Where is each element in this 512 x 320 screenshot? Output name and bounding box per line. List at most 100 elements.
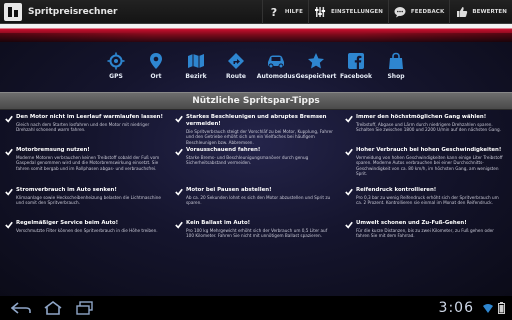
tip-title: Immer den höchstmöglichen Gang wählen!: [356, 114, 487, 120]
route-icon: [226, 52, 246, 70]
tip-text: Klimaanlage sowie Heckscheibenheizung be…: [16, 195, 161, 206]
app-title: Spritpreisrechner: [28, 6, 118, 17]
checkmark-icon: [5, 221, 13, 229]
tip-text: Treibstoff, Abgase und Lärm durch niedri…: [356, 122, 501, 133]
app-logo-icon[interactable]: [4, 2, 22, 21]
tip-text: Starke Brems- und Beschleunigungsmanöver…: [186, 155, 309, 166]
tip-title: Den Motor nicht im Leerlauf warmlaufen l…: [16, 114, 163, 120]
tip-text: Verschmutzte Filter können den Spritverb…: [16, 228, 158, 233]
back-arrow-icon: [11, 302, 31, 314]
battery-icon: [496, 302, 506, 314]
tip-title: Kein Ballast im Auto!: [186, 220, 251, 226]
nav-label: Shop: [387, 73, 405, 80]
checkmark-icon: [345, 188, 353, 196]
nav-item-shop[interactable]: Shop: [377, 48, 415, 90]
tip-item: Kein Ballast im Auto! Pro 100 kg Mehrgew…: [170, 220, 340, 250]
tip-text: Gleich nach dem Starten losfahren und de…: [16, 122, 150, 133]
tip-title: Reifendruck kontrollieren!: [356, 187, 437, 193]
nav-label: Bezirk: [185, 73, 207, 80]
feedback-label: FEEDBACK: [410, 8, 445, 15]
tip-title: Regelmäßiger Service beim Auto!: [16, 220, 119, 226]
tip-title: Hoher Verbrauch bei hohen Geschwindigkei…: [356, 147, 502, 153]
map-icon: [186, 52, 206, 70]
tip-item: Stromverbrauch im Auto senken! Klimaanla…: [0, 187, 170, 217]
status-area[interactable]: 3:06: [439, 296, 506, 320]
nav-label: Automodus: [256, 73, 296, 80]
car-icon: [266, 52, 286, 70]
main-content: GPS Ort Bezirk Route Automodus Gespeiche…: [0, 42, 512, 296]
shop-bag-icon: [386, 52, 406, 70]
search-mode-nav: GPS Ort Bezirk Route Automodus Gespeiche…: [0, 48, 512, 90]
crosshair-icon: [106, 52, 126, 70]
tip-title: Umwelt schonen und Zu-Fuß-Gehen!: [356, 220, 467, 226]
nav-item-bezirk[interactable]: Bezirk: [177, 48, 215, 90]
tips-section-title: Nützliche Spritspar-Tipps: [192, 96, 320, 106]
tip-text: Moderne Motoren verbrauchen keinen Treib…: [16, 155, 160, 171]
tip-text: Ab ca. 20 Sekunden lohnt es sich den Mot…: [186, 195, 331, 206]
wifi-icon: [483, 302, 493, 314]
tip-text: Die Spritverbrauch steigt der Vorschläf …: [186, 129, 333, 145]
nav-item-gps[interactable]: GPS: [97, 48, 135, 90]
checkmark-icon: [5, 148, 13, 156]
tip-item: Motor bei Pausen abstellen! Ab ca. 20 Se…: [170, 187, 340, 217]
settings-button[interactable]: EINSTELLUNGEN: [307, 0, 388, 24]
svg-text:?: ?: [271, 6, 277, 18]
checkmark-icon: [345, 148, 353, 156]
tips-section-header: Nützliche Spritspar-Tipps: [0, 92, 512, 110]
settings-label: EINSTELLUNGEN: [330, 8, 383, 15]
settings-sliders-icon: [314, 5, 327, 18]
speech-bubble-icon: [394, 5, 407, 18]
nav-label: Gespeichert: [295, 73, 337, 80]
tip-item: Reifendruck kontrollieren! Pro 0,3 bar z…: [340, 187, 512, 217]
checkmark-icon: [345, 221, 353, 229]
nav-label: Ort: [150, 73, 162, 80]
tip-text: Für die kurze Distanzen, bis zu zwei Kil…: [356, 228, 494, 239]
tip-item: Umwelt schonen und Zu-Fuß-Gehen! Für die…: [340, 220, 512, 250]
recent-apps-button[interactable]: [74, 298, 96, 318]
tip-item: Vorausschauend fahren! Starke Brems- und…: [170, 147, 340, 184]
checkmark-icon: [175, 148, 183, 156]
nav-item-gespeichert[interactable]: Gespeichert: [295, 48, 337, 90]
facebook-icon: [346, 52, 366, 70]
checkmark-icon: [175, 115, 183, 123]
home-icon: [44, 301, 62, 315]
recent-apps-icon: [76, 301, 93, 315]
nav-label: Facebook: [340, 73, 372, 80]
feedback-button[interactable]: FEEDBACK: [387, 0, 449, 24]
tip-item: Regelmäßiger Service beim Auto! Verschmu…: [0, 220, 170, 250]
tip-item: Hoher Verbrauch bei hohen Geschwindigkei…: [340, 147, 512, 184]
nav-item-automodus[interactable]: Automodus: [257, 48, 295, 90]
tip-title: Starkes Beschleunigen und abruptes Brems…: [186, 114, 327, 127]
location-pin-icon: [146, 52, 166, 70]
back-button[interactable]: [10, 298, 32, 318]
tip-title: Motorbremsung nutzen!: [16, 147, 90, 153]
thumbs-up-icon: [455, 5, 468, 18]
tip-text: Pro 100 kg Mehrgewicht erhöht sich der V…: [186, 228, 328, 239]
home-button[interactable]: [42, 298, 64, 318]
clock: 3:06: [438, 300, 474, 316]
tip-title: Motor bei Pausen abstellen!: [186, 187, 272, 193]
tip-item: Starkes Beschleunigen und abruptes Brems…: [170, 114, 340, 145]
action-bar: Spritpreisrechner ? HILFE EINSTELLUNGEN …: [0, 0, 512, 24]
system-navigation-bar: 3:06: [0, 296, 512, 320]
rate-button[interactable]: BEWERTEN: [449, 0, 512, 24]
checkmark-icon: [175, 188, 183, 196]
nav-item-route[interactable]: Route: [217, 48, 255, 90]
tip-item: Den Motor nicht im Leerlauf warmlaufen l…: [0, 114, 170, 144]
tip-title: Vorausschauend fahren!: [186, 147, 261, 153]
star-icon: [306, 52, 326, 70]
help-icon: ?: [268, 5, 281, 18]
nav-label: GPS: [109, 73, 123, 80]
tip-text: Pro 0,3 bar zu wenig Reifendruck erhöht …: [356, 195, 499, 206]
nav-item-ort[interactable]: Ort: [137, 48, 175, 90]
help-label: HILFE: [284, 8, 303, 15]
header-banner-image: [0, 24, 512, 42]
checkmark-icon: [5, 115, 13, 123]
tips-grid: Den Motor nicht im Leerlauf warmlaufen l…: [0, 114, 512, 294]
help-button[interactable]: ? HILFE: [261, 0, 308, 24]
checkmark-icon: [345, 115, 353, 123]
rate-label: BEWERTEN: [472, 8, 507, 15]
nav-item-facebook[interactable]: Facebook: [337, 48, 375, 90]
tip-item: Immer den höchstmöglichen Gang wählen! T…: [340, 114, 512, 144]
checkmark-icon: [5, 188, 13, 196]
